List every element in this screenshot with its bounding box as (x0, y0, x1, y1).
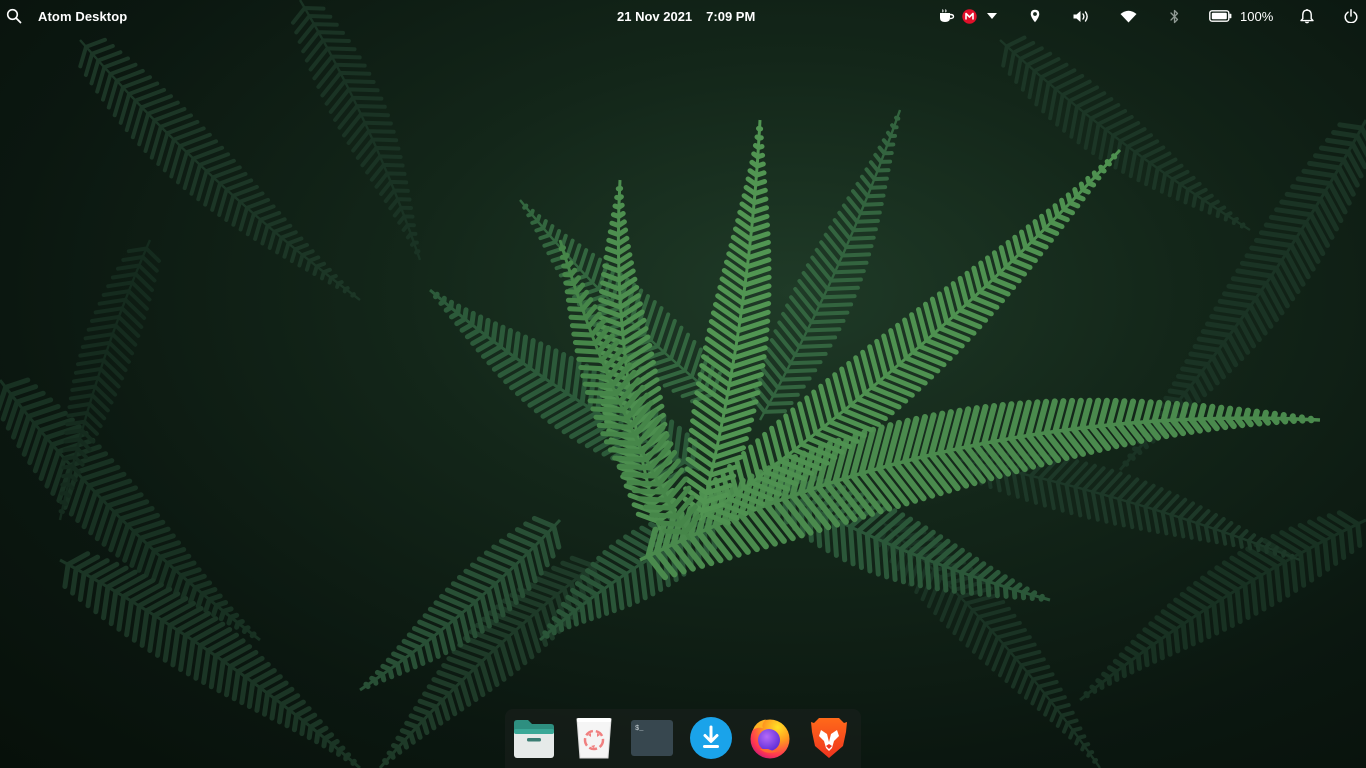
battery-icon (1209, 10, 1232, 22)
dock-firefox-launcher[interactable] (747, 715, 793, 761)
fern-frond (59, 551, 361, 768)
battery-percent-text: 100% (1240, 8, 1274, 24)
battery-indicator[interactable]: 100% (1209, 0, 1273, 32)
dropdown-icon (987, 13, 997, 19)
brave-icon (811, 718, 847, 758)
terminal-prompt: $_ (635, 725, 644, 733)
dock-files-launcher[interactable] (511, 715, 557, 761)
battery-level-fill (1211, 12, 1227, 20)
trash-icon (576, 718, 612, 759)
notifications-button[interactable] (1299, 0, 1315, 32)
coffee-icon (940, 9, 955, 22)
desktop[interactable]: Atom Desktop 21 Nov 2021 7:09 PM 100% $_ (0, 0, 1366, 768)
wifi-icon (1120, 10, 1136, 22)
time-text: 7:09 PM (706, 8, 756, 24)
dock-downloader-launcher[interactable] (688, 715, 734, 761)
power-icon (1344, 9, 1358, 23)
mail-indicator[interactable] (961, 0, 977, 32)
tray-dropdown-button[interactable] (985, 0, 999, 32)
search-button[interactable] (4, 0, 24, 32)
dock: $_ (505, 709, 861, 768)
bluetooth-icon (1169, 9, 1178, 23)
terminal-icon: $_ (631, 720, 673, 756)
mail-icon (961, 8, 977, 24)
location-icon (1030, 9, 1040, 23)
dock-terminal-launcher[interactable]: $_ (629, 715, 675, 761)
power-button[interactable] (1343, 0, 1359, 32)
wifi-indicator[interactable] (1119, 0, 1137, 32)
files-icon (514, 720, 554, 758)
clock-button[interactable]: 21 Nov 2021 7:09 PM (617, 0, 755, 32)
date-text: 21 Nov 2021 (617, 8, 693, 24)
firefox-icon (750, 719, 790, 759)
download-icon (690, 717, 732, 759)
search-icon (6, 8, 22, 24)
caffeine-button[interactable] (938, 0, 956, 32)
bluetooth-indicator[interactable] (1168, 0, 1180, 32)
volume-indicator[interactable] (1072, 0, 1090, 32)
volume-icon (1073, 10, 1088, 22)
notification-bell-icon (1300, 8, 1314, 23)
location-indicator[interactable] (1028, 0, 1042, 32)
fern-frond (999, 35, 1251, 232)
dock-trash-launcher[interactable] (571, 715, 617, 761)
fern-frond (291, 0, 422, 261)
dock-brave-launcher[interactable] (806, 715, 852, 761)
top-panel: Atom Desktop 21 Nov 2021 7:09 PM 100% (0, 0, 1366, 32)
app-menu-title[interactable]: Atom Desktop (38, 0, 127, 32)
fern-wallpaper (0, 0, 1366, 768)
